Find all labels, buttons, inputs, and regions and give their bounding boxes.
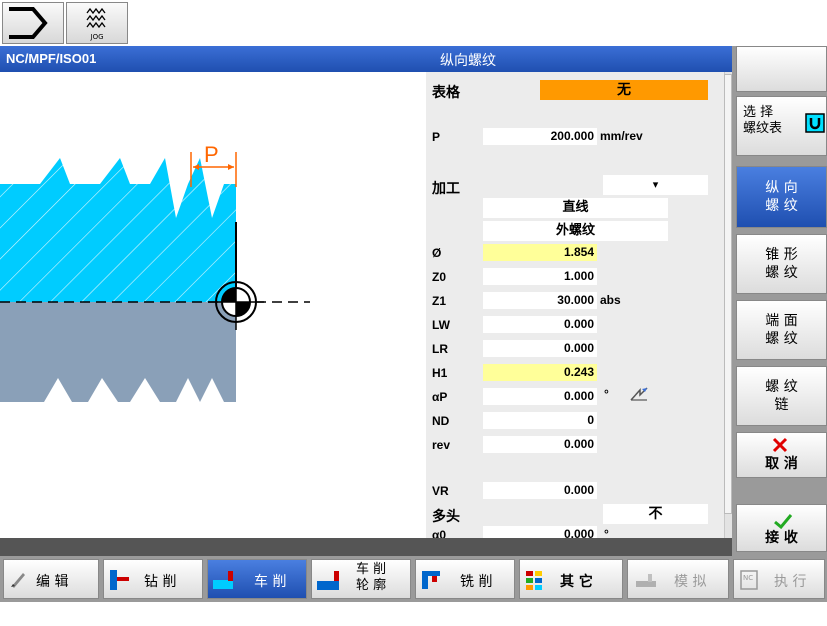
contour-line1: 车 削 bbox=[356, 562, 387, 577]
longitudinal-line1: 纵 向 bbox=[765, 180, 798, 196]
title-bar: NC/MPF/ISO01 纵向螺纹 bbox=[0, 46, 732, 72]
p-field[interactable]: 200.000 bbox=[483, 128, 597, 145]
turning-button[interactable]: 车 削 bbox=[207, 559, 307, 599]
lw-field[interactable]: 0.000 bbox=[483, 316, 597, 333]
p-label: P bbox=[432, 130, 441, 144]
select-thread-table-button[interactable]: 选 择 螺纹表 bbox=[736, 96, 827, 156]
accept-label: 接 收 bbox=[765, 530, 798, 546]
table-label: 表格 bbox=[432, 85, 460, 101]
chain-line1: 螺 纹 bbox=[765, 379, 798, 395]
drilling-label: 钻 削 bbox=[144, 574, 177, 590]
row-label: αP bbox=[432, 390, 448, 404]
face-line2: 螺 纹 bbox=[765, 331, 798, 347]
scrollbar-thumb[interactable] bbox=[724, 74, 732, 514]
program-path: NC/MPF/ISO01 bbox=[6, 51, 97, 66]
machining-label: 加工 bbox=[432, 181, 460, 197]
row-label: LW bbox=[432, 318, 450, 332]
rev-field[interactable]: 0.000 bbox=[483, 436, 597, 453]
drill-icon bbox=[110, 570, 129, 590]
partial-row: α0 0.000 ° bbox=[426, 526, 724, 538]
row-label: Z0 bbox=[432, 270, 447, 284]
chain-line2: 链 bbox=[774, 397, 789, 413]
simulate-label: 模 拟 bbox=[674, 574, 707, 590]
svg-text:NC: NC bbox=[743, 574, 753, 582]
thread-chain-button[interactable]: 螺 纹 链 bbox=[736, 366, 827, 426]
mode-arrow-button[interactable] bbox=[2, 2, 64, 44]
z1-unit: abs bbox=[600, 293, 621, 307]
taper-line1: 锥 形 bbox=[765, 247, 798, 263]
longitudinal-line2: 螺 纹 bbox=[765, 198, 798, 214]
jog-wave-icon bbox=[86, 7, 106, 29]
jog-button[interactable]: JOG bbox=[66, 2, 128, 44]
diameter-field[interactable]: 1.854 bbox=[483, 244, 597, 261]
milling-icon bbox=[422, 571, 440, 589]
z1-field[interactable]: 30.000 bbox=[483, 292, 597, 309]
multi-start-select[interactable]: 不 bbox=[603, 504, 708, 524]
execute-button[interactable]: NC 执 行 bbox=[733, 559, 825, 599]
thread-table-icon bbox=[805, 113, 825, 133]
vr-label: VR bbox=[432, 484, 449, 498]
p-unit: mm/rev bbox=[600, 129, 643, 143]
turning-label: 车 削 bbox=[254, 574, 287, 590]
jog-label: JOG bbox=[90, 33, 104, 41]
other-button[interactable]: 其 它 bbox=[519, 559, 623, 599]
infeed-direction-icon[interactable] bbox=[628, 384, 650, 406]
accept-button[interactable]: 接 收 bbox=[736, 504, 827, 552]
other-icon bbox=[526, 571, 542, 590]
milling-button[interactable]: 铣 削 bbox=[415, 559, 515, 599]
face-thread-button[interactable]: 端 面 螺 纹 bbox=[736, 300, 827, 360]
alpha-p-field[interactable]: 0.000 bbox=[483, 388, 597, 405]
alpha-p-unit: ° bbox=[604, 387, 609, 401]
nd-field[interactable]: 0 bbox=[483, 412, 597, 429]
simulate-icon bbox=[636, 574, 656, 587]
turning-icon bbox=[213, 571, 233, 589]
edit-label: 编 辑 bbox=[36, 574, 69, 590]
row-label: α0 bbox=[432, 528, 447, 538]
simulate-button[interactable]: 模 拟 bbox=[627, 559, 729, 599]
mode-linear[interactable]: 直线 bbox=[483, 198, 668, 218]
softkey-blank[interactable] bbox=[736, 46, 827, 92]
lr-field[interactable]: 0.000 bbox=[483, 340, 597, 357]
cancel-x-icon bbox=[772, 437, 788, 453]
separator-bar bbox=[0, 538, 732, 556]
contour-line2: 轮 廓 bbox=[356, 578, 387, 593]
multi-start-label: 多头 bbox=[432, 509, 460, 525]
pencil-icon bbox=[11, 573, 25, 588]
contour-icon bbox=[317, 571, 339, 590]
cancel-label: 取 消 bbox=[765, 456, 798, 472]
other-label: 其 它 bbox=[560, 574, 593, 590]
z0-field[interactable]: 1.000 bbox=[483, 268, 597, 285]
cancel-button[interactable]: 取 消 bbox=[736, 432, 827, 478]
row-label: Ø bbox=[432, 246, 442, 260]
thread-graphic: P bbox=[0, 72, 426, 538]
arrow-icon bbox=[9, 7, 48, 39]
execute-label: 执 行 bbox=[774, 574, 807, 590]
taper-thread-button[interactable]: 锥 形 螺 纹 bbox=[736, 234, 827, 294]
edit-button[interactable]: 编 辑 bbox=[3, 559, 99, 599]
execute-icon: NC bbox=[740, 570, 758, 590]
h1-field[interactable]: 0.243 bbox=[483, 364, 597, 381]
mode-external[interactable]: 外螺纹 bbox=[483, 221, 668, 241]
row-label: rev bbox=[432, 438, 451, 452]
taper-line2: 螺 纹 bbox=[765, 265, 798, 281]
material-part bbox=[0, 302, 236, 402]
thread-diagram: P bbox=[0, 142, 310, 402]
row-label: ND bbox=[432, 414, 450, 428]
alpha0-field[interactable]: 0.000 bbox=[483, 526, 597, 538]
row-label: LR bbox=[432, 342, 448, 356]
vr-field[interactable]: 0.000 bbox=[483, 482, 597, 499]
table-select[interactable]: 无 bbox=[540, 80, 708, 100]
machining-select[interactable]: ▾ bbox=[603, 175, 708, 195]
form-title: 纵向螺纹 bbox=[440, 53, 496, 69]
drilling-button[interactable]: 钻 削 bbox=[103, 559, 203, 599]
accept-check-icon bbox=[774, 514, 793, 529]
milling-label: 铣 削 bbox=[460, 574, 493, 590]
contour-turning-button[interactable]: 车 削 轮 廓 bbox=[311, 559, 411, 599]
pitch-label: P bbox=[204, 142, 219, 167]
alpha0-unit: ° bbox=[604, 527, 609, 538]
row-label: Z1 bbox=[432, 294, 447, 308]
row-label: H1 bbox=[432, 366, 448, 380]
face-line1: 端 面 bbox=[765, 313, 798, 329]
longitudinal-thread-button[interactable]: 纵 向 螺 纹 bbox=[736, 166, 827, 228]
